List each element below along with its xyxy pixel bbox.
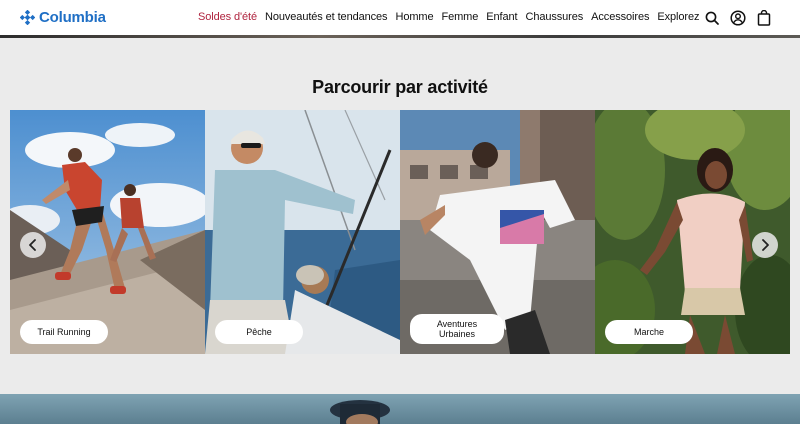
activity-label: Pêche xyxy=(246,327,272,337)
section-title: Parcourir par activité xyxy=(312,77,488,97)
trail-running-image xyxy=(10,110,205,354)
nav-item-chaussures[interactable]: Chaussures xyxy=(525,11,583,23)
activity-carousel: Trail Running Pêche Aventures Urbaines M… xyxy=(10,110,790,354)
activity-label: Marche xyxy=(633,327,664,337)
nav-item-soldes[interactable]: Soldes d'été xyxy=(198,11,257,23)
hero-image-edge xyxy=(0,35,800,38)
carousel-prev-button[interactable] xyxy=(20,232,46,258)
chevron-right-icon xyxy=(762,239,769,251)
activity-label-pill[interactable]: Aventures Urbaines xyxy=(410,314,504,344)
header-actions xyxy=(704,9,772,26)
nav-item-enfant[interactable]: Enfant xyxy=(486,11,517,23)
nav-item-accessoires[interactable]: Accessoires xyxy=(591,11,649,23)
chevron-left-icon xyxy=(29,239,36,251)
search-icon[interactable] xyxy=(704,9,720,26)
nav-item-explorez[interactable]: Explorez xyxy=(657,11,699,23)
activity-label: Aventures Urbaines xyxy=(436,319,478,339)
activity-label-pill[interactable]: Pêche xyxy=(215,320,303,344)
activity-card-peche[interactable]: Pêche xyxy=(205,110,400,354)
main-nav: Soldes d'été Nouveautés et tendances Hom… xyxy=(198,11,699,23)
peche-image xyxy=(205,110,400,354)
activity-label-pill[interactable]: Trail Running xyxy=(20,320,108,344)
brand-name: Columbia xyxy=(39,9,106,26)
activity-label: Trail Running xyxy=(37,327,91,337)
carousel-next-button[interactable] xyxy=(752,232,778,258)
activity-card-aventures-urbaines[interactable]: Aventures Urbaines xyxy=(400,110,595,354)
cart-icon[interactable] xyxy=(756,9,772,26)
nav-item-homme[interactable]: Homme xyxy=(395,11,433,23)
nav-item-nouveautes[interactable]: Nouveautés et tendances xyxy=(265,11,388,23)
site-header: Columbia Soldes d'été Nouveautés et tend… xyxy=(0,0,800,36)
columbia-logo[interactable]: Columbia xyxy=(20,9,106,26)
activity-card-trail-running[interactable]: Trail Running xyxy=(10,110,205,354)
nav-item-femme[interactable]: Femme xyxy=(441,11,478,23)
activity-label-pill[interactable]: Marche xyxy=(605,320,693,344)
columbia-diamond-icon xyxy=(20,10,35,25)
account-icon[interactable] xyxy=(730,9,746,26)
next-section-banner xyxy=(0,394,800,424)
banner-image xyxy=(330,400,390,424)
